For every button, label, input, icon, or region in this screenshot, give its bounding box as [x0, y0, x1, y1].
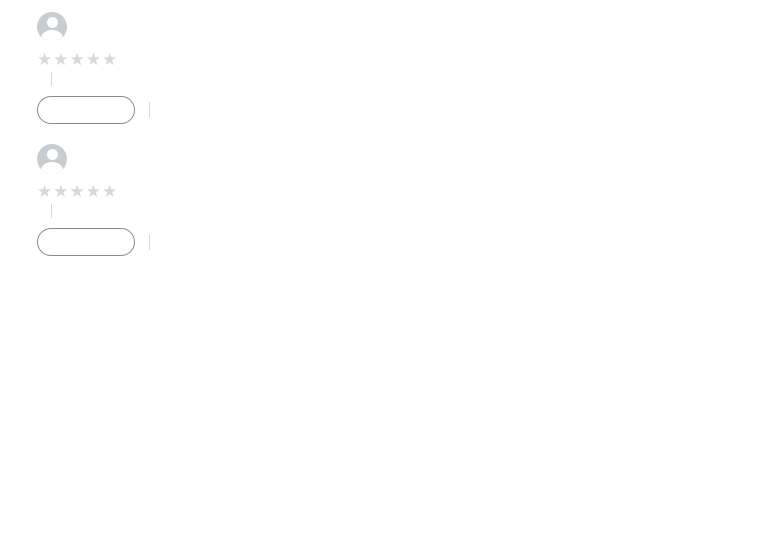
- divider: [149, 234, 150, 250]
- review-actions: [37, 228, 759, 256]
- star-icon: ★: [102, 49, 118, 69]
- star-icon: ★: [85, 49, 101, 69]
- star-icon: ★: [69, 181, 85, 201]
- reviewer-row: [37, 142, 759, 176]
- divider: [51, 72, 52, 86]
- avatar[interactable]: [37, 12, 67, 42]
- star-icon: ★: [53, 181, 69, 201]
- star-icon: ★: [85, 181, 101, 201]
- star-icon: ★: [37, 181, 53, 201]
- star-icon: ★: [102, 181, 118, 201]
- divider: [51, 204, 52, 218]
- variant-line: [37, 72, 759, 86]
- star-rating[interactable]: ★ ★ ★ ★ ★: [37, 51, 117, 68]
- review-actions: [37, 96, 759, 124]
- rating-row: ★ ★ ★ ★ ★: [37, 180, 759, 202]
- helpful-button[interactable]: [37, 96, 135, 124]
- avatar-torso: [41, 30, 63, 42]
- reviewer-row: [37, 10, 759, 44]
- star-rating[interactable]: ★ ★ ★ ★ ★: [37, 183, 117, 200]
- avatar-head: [46, 149, 58, 160]
- avatar-torso: [41, 162, 63, 174]
- review-card: ★ ★ ★ ★ ★: [37, 10, 759, 124]
- reviews-list: ★ ★ ★ ★ ★ ★ ★ ★ ★ ★: [0, 0, 759, 256]
- review-card: ★ ★ ★ ★ ★: [37, 142, 759, 256]
- star-icon: ★: [53, 49, 69, 69]
- star-icon: ★: [37, 49, 53, 69]
- rating-row: ★ ★ ★ ★ ★: [37, 48, 759, 70]
- divider: [149, 102, 150, 118]
- avatar[interactable]: [37, 144, 67, 174]
- helpful-button[interactable]: [37, 228, 135, 256]
- star-icon: ★: [69, 49, 85, 69]
- variant-line: [37, 204, 759, 218]
- avatar-head: [46, 17, 58, 28]
